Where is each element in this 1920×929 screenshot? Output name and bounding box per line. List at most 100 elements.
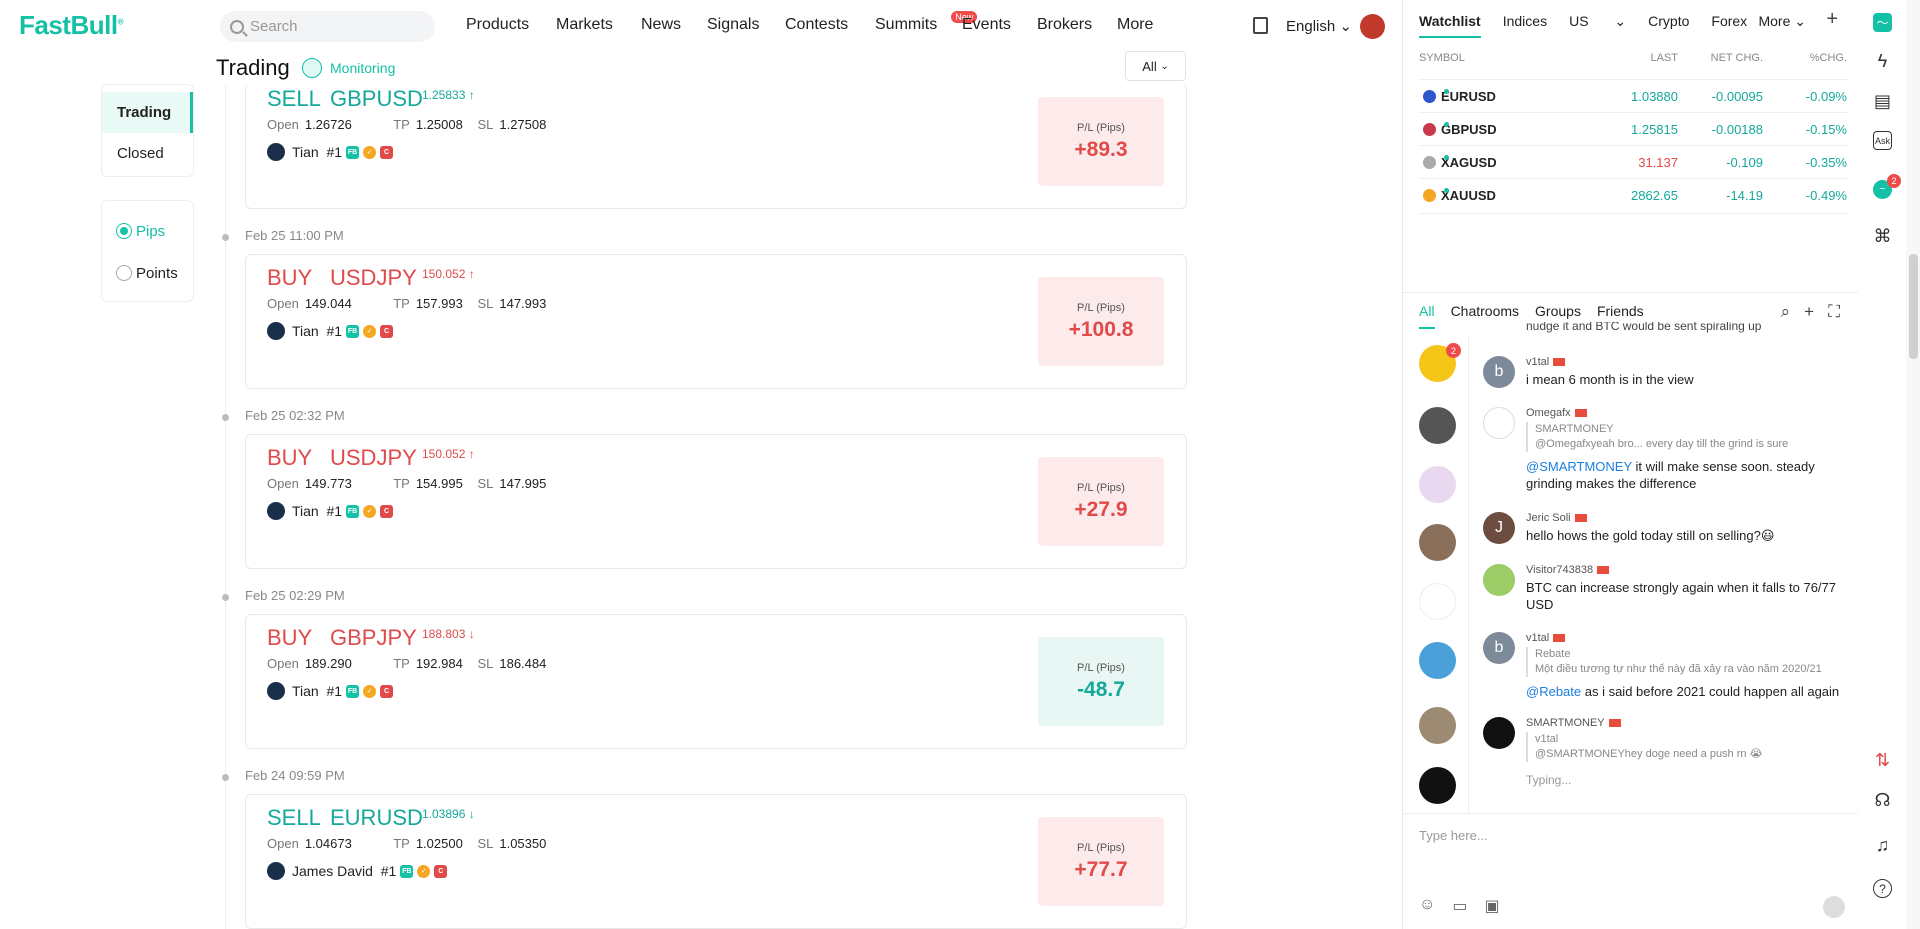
download-icon[interactable] (1253, 17, 1268, 34)
message-username[interactable]: v1tal (1526, 356, 1566, 368)
message-avatar[interactable] (1483, 717, 1515, 749)
trader-info[interactable]: Tian #1 FB ✓ C (267, 682, 394, 700)
unit-selector: Pips Points (101, 200, 194, 302)
watchlist-row[interactable]: XAUUSD 2862.65 -14.19 -0.49% (1419, 178, 1849, 211)
message-username[interactable]: v1tal (1526, 632, 1566, 644)
room-avatar[interactable] (1419, 583, 1456, 620)
search-icon[interactable]: ⌕ (1781, 302, 1791, 322)
message-avatar[interactable] (1483, 564, 1515, 596)
watchlist-row[interactable]: GBPUSD 1.25815 -0.00188 -0.15% (1419, 112, 1849, 145)
message-username[interactable]: SMARTMONEY (1526, 717, 1621, 729)
tab-crypto[interactable]: Crypto (1648, 13, 1689, 38)
room-avatar[interactable] (1419, 524, 1456, 561)
trade-card[interactable]: BUY USDJPY 150.052 ↑ Open 149.044 TP 157.9… (245, 254, 1187, 389)
tab-us[interactable]: US ⌄ (1569, 13, 1626, 38)
trader-info[interactable]: James David #1 FB ✓ C (267, 862, 448, 880)
watchlist-row[interactable]: EURUSD 1.03880 -0.00095 -0.09% (1419, 79, 1849, 112)
headset-icon[interactable]: ☊ (1873, 790, 1892, 810)
nav-more[interactable]: More (1117, 16, 1153, 34)
ask-icon[interactable]: Ask (1873, 131, 1892, 150)
divider (1419, 213, 1849, 214)
emoji-icon[interactable]: ☺ (1419, 896, 1435, 916)
flash-icon[interactable]: ϟ (1873, 51, 1892, 71)
nav-markets[interactable]: Markets (556, 16, 613, 34)
message-avatar[interactable]: b (1483, 632, 1515, 664)
mention-link[interactable]: @SMARTMONEY (1526, 459, 1632, 474)
scrollbar-thumb[interactable] (1909, 254, 1918, 359)
message-username[interactable]: Omegafx (1526, 407, 1587, 419)
bell-icon[interactable]: ♫ (1873, 835, 1892, 855)
pl-box: P/L (Pips) -48.7 (1038, 637, 1164, 726)
trade-card[interactable]: SELL GBPUSD 1.25833 ↑ Open 1.26726 TP 1.25… (245, 84, 1187, 209)
apps-icon[interactable]: ⌘ (1873, 226, 1892, 246)
language-selector[interactable]: English ⌄ (1286, 17, 1352, 35)
watchlist-row[interactable]: XAGUSD 31.137 -0.109 -0.35% (1419, 145, 1849, 178)
message-username[interactable]: Jeric Soli (1526, 512, 1587, 524)
folder-icon[interactable]: ▭ (1452, 896, 1467, 916)
watch-net-change: -0.109 (1726, 155, 1763, 170)
filter-dropdown[interactable]: All ⌄ (1125, 51, 1186, 81)
trader-info[interactable]: Tian #1 FB ✓ C (267, 322, 394, 340)
send-button[interactable] (1823, 896, 1845, 918)
search-input[interactable]: Search (220, 11, 435, 42)
currency-flag-icon (1423, 123, 1436, 136)
add-icon[interactable]: + (1826, 8, 1838, 31)
chat-tab-chatrooms[interactable]: Chatrooms (1451, 303, 1519, 329)
trade-date: Feb 25 02:32 PM (245, 408, 345, 423)
trader-info[interactable]: Tian #1 FB ✓ C (267, 502, 394, 520)
tab-closed[interactable]: Closed (102, 133, 193, 174)
chat-tab-all[interactable]: All (1419, 303, 1435, 329)
tab-watchlist[interactable]: Watchlist (1419, 13, 1481, 38)
room-avatar[interactable] (1419, 642, 1456, 679)
message-avatar[interactable]: b (1483, 356, 1515, 388)
message-avatar[interactable] (1483, 407, 1515, 439)
radio-pips[interactable]: Pips (102, 210, 193, 252)
room-avatar[interactable] (1419, 407, 1456, 444)
user-avatar[interactable] (1360, 14, 1385, 39)
trade-card[interactable]: SELL EURUSD 1.03896 ↓ Open 1.04673 TP 1.02… (245, 794, 1187, 929)
watch-last: 1.25815 (1631, 122, 1678, 137)
trade-side: BUY (267, 445, 313, 470)
chart-icon[interactable]: 〜 (1873, 13, 1892, 32)
chat-input[interactable]: Type here... (1419, 828, 1488, 843)
tab-indices[interactable]: Indices (1503, 13, 1547, 38)
trade-card[interactable]: BUY USDJPY 150.052 ↑ Open 149.773 TP 154.9… (245, 434, 1187, 569)
nav-contests[interactable]: Contests (785, 16, 848, 34)
add-icon[interactable]: + (1804, 302, 1814, 322)
message-username[interactable]: Visitor743838 (1526, 564, 1610, 576)
nav-signals[interactable]: Signals (707, 16, 759, 34)
trader-rank: #1 (326, 503, 343, 519)
message-avatar[interactable]: J (1483, 512, 1515, 544)
room-avatar[interactable] (1419, 707, 1456, 744)
col-symbol: SYMBOL (1419, 52, 1465, 64)
fb-badge-icon: FB (346, 324, 360, 338)
radio-points[interactable]: Points (102, 252, 193, 294)
nav-news[interactable]: News (641, 16, 681, 34)
monitoring-link[interactable]: Monitoring (302, 58, 395, 78)
nav-brokers[interactable]: Brokers (1037, 16, 1092, 34)
help-icon[interactable]: ? (1873, 879, 1892, 898)
col-pct-change: %CHG. (1809, 52, 1847, 64)
tab-forex[interactable]: Forex (1711, 13, 1747, 38)
nav-summits[interactable]: Summits New (875, 11, 978, 34)
tab-trading[interactable]: Trading (102, 92, 193, 133)
arrow-up-icon: ↑ (468, 88, 475, 102)
trade-card[interactable]: BUY GBPJPY 188.803 ↓ Open 189.290 TP 192.9… (245, 614, 1187, 749)
nav-products[interactable]: Products (466, 16, 529, 34)
room-avatar[interactable] (1419, 466, 1456, 503)
country-flag-icon (1553, 634, 1566, 643)
scrollbar[interactable] (1906, 0, 1920, 929)
calendar-icon[interactable]: ▤ (1873, 91, 1892, 111)
timeline-dot (222, 414, 229, 421)
sort-icon[interactable]: ⇅ (1873, 750, 1892, 770)
trader-info[interactable]: Tian #1 FB ✓ C (267, 143, 394, 161)
watchlist-more[interactable]: More ⌄ (1758, 13, 1806, 30)
image-icon[interactable]: ▣ (1484, 896, 1499, 916)
expand-icon[interactable]: ⛶ (1828, 302, 1840, 322)
fastbull-logo[interactable]: FastBull® (19, 10, 124, 41)
quoted-message: v1tal @SMARTMONEYhey doge need a push rn … (1526, 732, 1846, 762)
timeline-dot (222, 234, 229, 241)
mention-link[interactable]: @Rebate (1526, 684, 1581, 699)
room-avatar[interactable] (1419, 767, 1456, 804)
nav-events[interactable]: Events (962, 16, 1011, 34)
